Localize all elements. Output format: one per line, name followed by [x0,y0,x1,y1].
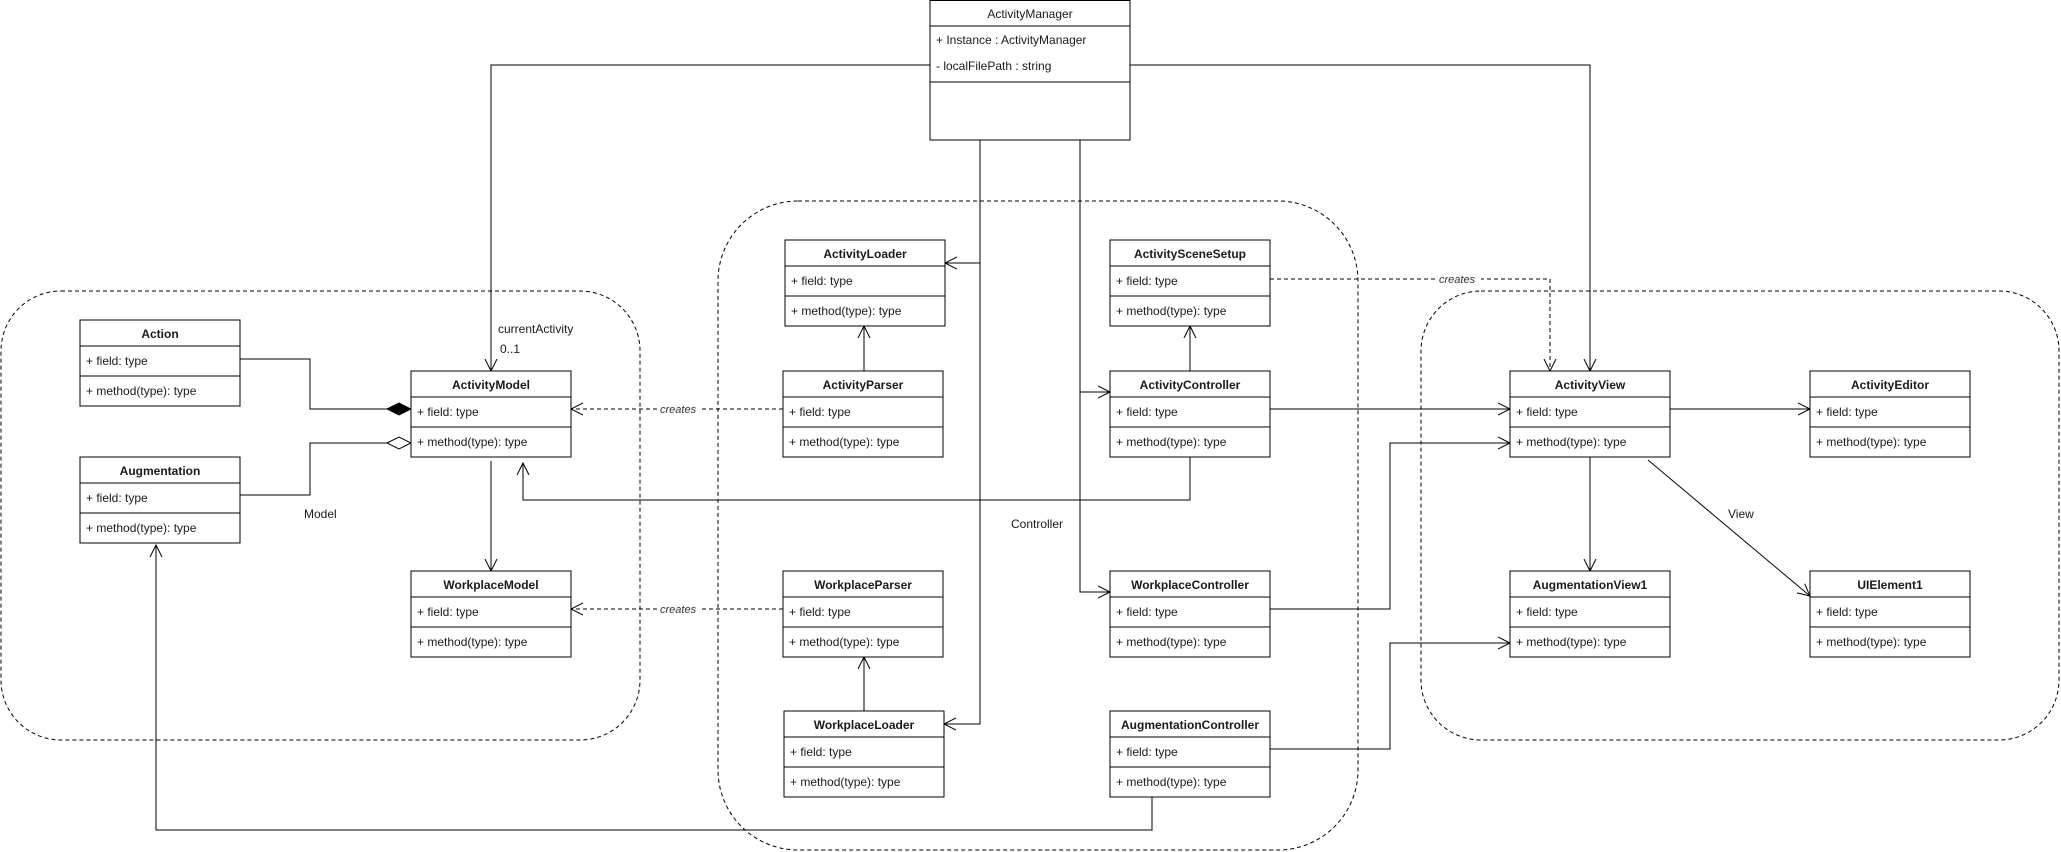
class-title: AugmentationController [1121,718,1259,732]
creates-label-activity: creates [660,404,697,416]
class-title: WorkplaceController [1131,578,1249,592]
class-method: + method(type): type [86,521,197,535]
class-title: UIElement1 [1857,578,1923,592]
class-ui-element1[interactable]: UIElement1 + field: type + method(type): t… [1809,570,1971,658]
class-workplace-parser[interactable]: WorkplaceParser + field: type + method(typ… [782,570,944,658]
edge-activitycontroller-to-activitymodel [523,457,1191,501]
class-field: + field: type [1116,605,1178,619]
class-field: + field: type [789,405,851,419]
class-title: Action [141,327,178,341]
view-group-label: View [1728,507,1754,521]
class-field: + field: type [1516,405,1578,419]
class-field: + field: type [1516,605,1578,619]
class-title: ActivityLoader [823,247,907,261]
class-activity-loader[interactable]: ActivityLoader + field: type + method(type… [784,239,946,327]
package-groups: Model Controller View [0,200,2060,851]
class-field: + field: type [86,491,148,505]
class-method: + method(type): type [791,304,902,318]
classes: ActivityManager + Instance : ActivityMana… [79,0,1971,798]
class-title: ActivityModel [452,378,530,392]
class-field: + field: type [417,405,479,419]
edge-scenesetup-creates-activityview [1270,278,1550,371]
class-augmentation-view1[interactable]: AugmentationView1 + field: type + method(t… [1509,570,1671,658]
edge-manager-to-workplacecontroller [1079,392,1110,592]
edge-manager-to-workplaceloader [944,263,981,724]
class-field: + Instance : ActivityManager [936,33,1086,47]
edge-workplacecontroller-to-activityview [1270,443,1510,610]
class-method: + method(type): type [789,635,900,649]
class-field: + field: type [417,605,479,619]
class-title: ActivityEditor [1851,378,1929,392]
class-field: - localFilePath : string [936,59,1051,73]
class-activity-scene-setup[interactable]: ActivitySceneSetup + field: type + method(… [1109,239,1271,327]
edge-augcontroller-to-augmentation [156,545,1153,831]
class-method: + method(type): type [790,775,901,789]
class-action[interactable]: Action + field: type + method(type): type [79,319,241,407]
class-field: + field: type [86,354,148,368]
multiplicity-label: 0..1 [500,342,520,356]
class-augmentation-controller[interactable]: AugmentationController + field: type + met… [1109,710,1271,798]
class-activity-editor[interactable]: ActivityEditor + field: type + method(type… [1809,370,1971,458]
creates-label-workplace: creates [660,604,697,616]
class-title: ActivitySceneSetup [1134,247,1246,261]
edge-action-composition [240,358,411,409]
class-method: + method(type): type [417,435,528,449]
class-field: + field: type [1116,745,1178,759]
edge-labels: creates creates creates currentActivity … [498,271,1481,616]
class-field: + field: type [1816,405,1878,419]
class-activity-parser[interactable]: ActivityParser + field: type + method(type… [782,370,944,458]
class-workplace-controller[interactable]: WorkplaceController + field: type + method… [1109,570,1271,658]
class-method: + method(type): type [1816,635,1927,649]
class-activity-view[interactable]: ActivityView + field: type + method(type):… [1509,370,1671,458]
class-method: + method(type): type [1116,435,1227,449]
model-group-label: Model [304,507,337,521]
class-method: + method(type): type [1516,635,1627,649]
edge-augmentation-aggregation [240,443,411,496]
uml-class-diagram: Model Controller View creates creates cr… [0,0,2060,851]
class-title: ActivityView [1555,378,1626,392]
class-title: WorkplaceModel [443,578,538,592]
class-title: ActivityManager [987,7,1072,21]
class-title: WorkplaceParser [814,578,912,592]
class-method: + method(type): type [1116,635,1227,649]
class-title: ActivityController [1140,378,1241,392]
class-field: + field: type [791,274,853,288]
class-workplace-model[interactable]: WorkplaceModel + field: type + method(type… [410,570,572,658]
class-method: + method(type): type [1516,435,1627,449]
creates-label-view: creates [1439,274,1476,286]
edge-manager-to-activitycontroller [1079,140,1110,392]
class-method: + method(type): type [789,435,900,449]
class-title: AugmentationView1 [1533,578,1648,592]
class-activity-manager[interactable]: ActivityManager + Instance : ActivityMana… [929,0,1131,141]
edge-augcontroller-to-augview [1270,643,1510,750]
class-method: + method(type): type [1116,775,1227,789]
class-activity-model[interactable]: ActivityModel + field: type + method(type)… [410,370,572,458]
class-method: + method(type): type [86,384,197,398]
edge-activityview-to-uielement [1647,459,1810,596]
class-field: + field: type [1116,274,1178,288]
class-field: + field: type [1116,405,1178,419]
class-field: + field: type [1816,605,1878,619]
class-activity-controller[interactable]: ActivityController + field: type + method(… [1109,370,1271,458]
class-augmentation[interactable]: Augmentation + field: type + method(type):… [79,456,241,544]
class-method: + method(type): type [1816,435,1927,449]
class-title: WorkplaceLoader [814,718,915,732]
controller-group-label: Controller [1011,517,1063,531]
role-label-current-activity: currentActivity [498,322,573,336]
class-workplace-loader[interactable]: WorkplaceLoader + field: type + method(typ… [783,710,945,798]
class-title: Augmentation [120,464,201,478]
class-title: ActivityParser [823,378,904,392]
class-field: + field: type [789,605,851,619]
class-method: + method(type): type [1116,304,1227,318]
class-field: + field: type [790,745,852,759]
class-method: + method(type): type [417,635,528,649]
